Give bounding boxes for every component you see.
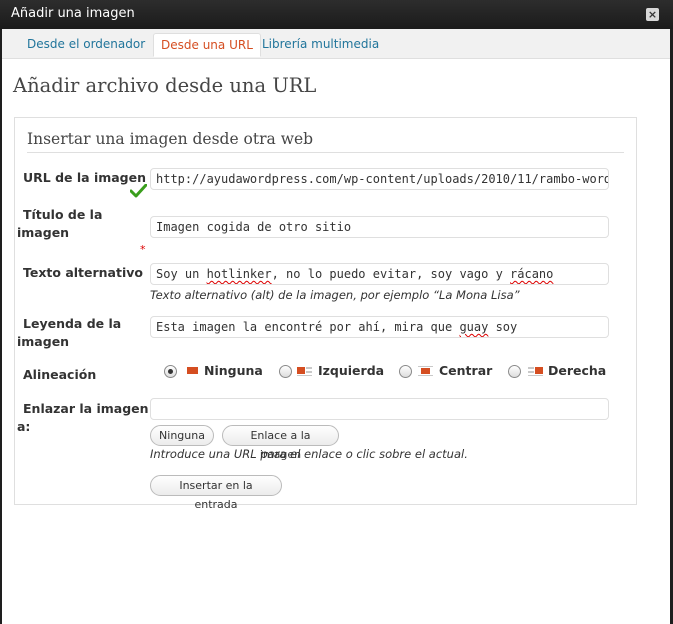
align-none-radio[interactable] xyxy=(164,365,177,378)
caption-label: Leyenda de la xyxy=(23,316,122,331)
close-icon[interactable]: × xyxy=(646,8,659,21)
section-divider xyxy=(27,152,624,153)
align-left-radio[interactable] xyxy=(279,365,292,378)
link-label-line2: a: xyxy=(17,419,31,434)
alignment-label: Alineación xyxy=(23,367,97,382)
tab-media-library[interactable]: Librería multimedia xyxy=(255,33,386,57)
caption-label-line2: imagen xyxy=(17,334,70,349)
image-url-input[interactable]: http://ayudawordpress.com/wp-content/upl… xyxy=(150,168,609,190)
align-left-label[interactable]: Izquierda xyxy=(318,363,384,378)
align-none-icon xyxy=(185,366,200,376)
insert-into-post-button[interactable]: Insertar en la entrada xyxy=(150,475,282,511)
align-center-icon xyxy=(418,366,433,376)
align-right-label[interactable]: Derecha xyxy=(548,363,606,378)
align-left-icon xyxy=(297,366,312,376)
caption-misspelled: guay xyxy=(459,320,489,334)
link-none-button[interactable]: Ninguna xyxy=(150,425,214,446)
tab-from-url[interactable]: Desde una URL xyxy=(153,33,261,57)
alt-label: Texto alternativo xyxy=(23,265,143,280)
tab-bar: Desde el ordenador Desde una URL Librerí… xyxy=(2,29,670,59)
title-label-line2: imagen xyxy=(17,225,70,240)
required-marker: * xyxy=(140,243,146,256)
title-label: Título de la xyxy=(23,207,103,222)
valid-check-icon xyxy=(130,184,147,198)
alt-help-text: Texto alternativo (alt) de la imagen, po… xyxy=(150,288,520,302)
dialog-title: Añadir una imagen xyxy=(11,6,135,21)
caption-part: Esta imagen la encontré por ahí, mira qu… xyxy=(156,320,460,334)
section-title: Insertar una imagen desde otra web xyxy=(27,130,314,148)
alt-text-misspelled: hotlinker xyxy=(206,267,272,281)
align-center-label[interactable]: Centrar xyxy=(439,363,492,378)
alt-text-misspelled: rácano xyxy=(510,267,554,281)
caption-part: soy xyxy=(488,320,518,334)
tab-from-computer[interactable]: Desde el ordenador xyxy=(20,33,152,57)
align-right-icon xyxy=(528,366,543,376)
link-to-image-button[interactable]: Enlace a la imagen xyxy=(222,425,339,461)
url-label: URL de la imagen xyxy=(23,170,147,185)
add-image-dialog: Añadir una imagen × Desde el ordenador D… xyxy=(0,0,673,624)
alt-text-part: Soy un xyxy=(156,267,207,281)
alt-text-input[interactable]: Soy un hotlinker, no lo puedo evitar, so… xyxy=(150,263,609,285)
caption-input[interactable]: Esta imagen la encontré por ahí, mira qu… xyxy=(150,316,609,338)
align-right-radio[interactable] xyxy=(508,365,521,378)
dialog-border-left xyxy=(0,29,2,624)
image-title-input[interactable]: Imagen cogida de otro sitio xyxy=(150,216,609,238)
link-url-input[interactable] xyxy=(150,398,609,420)
link-help-text: Introduce una URL para el enlace o clic … xyxy=(150,447,468,461)
alt-text-part: , no lo puedo evitar, soy vago y xyxy=(271,267,511,281)
dialog-titlebar: Añadir una imagen × xyxy=(0,0,673,29)
link-label: Enlazar la imagen xyxy=(23,401,149,416)
page-title: Añadir archivo desde una URL xyxy=(13,74,317,97)
align-center-radio[interactable] xyxy=(399,365,412,378)
align-none-label[interactable]: Ninguna xyxy=(204,363,263,378)
